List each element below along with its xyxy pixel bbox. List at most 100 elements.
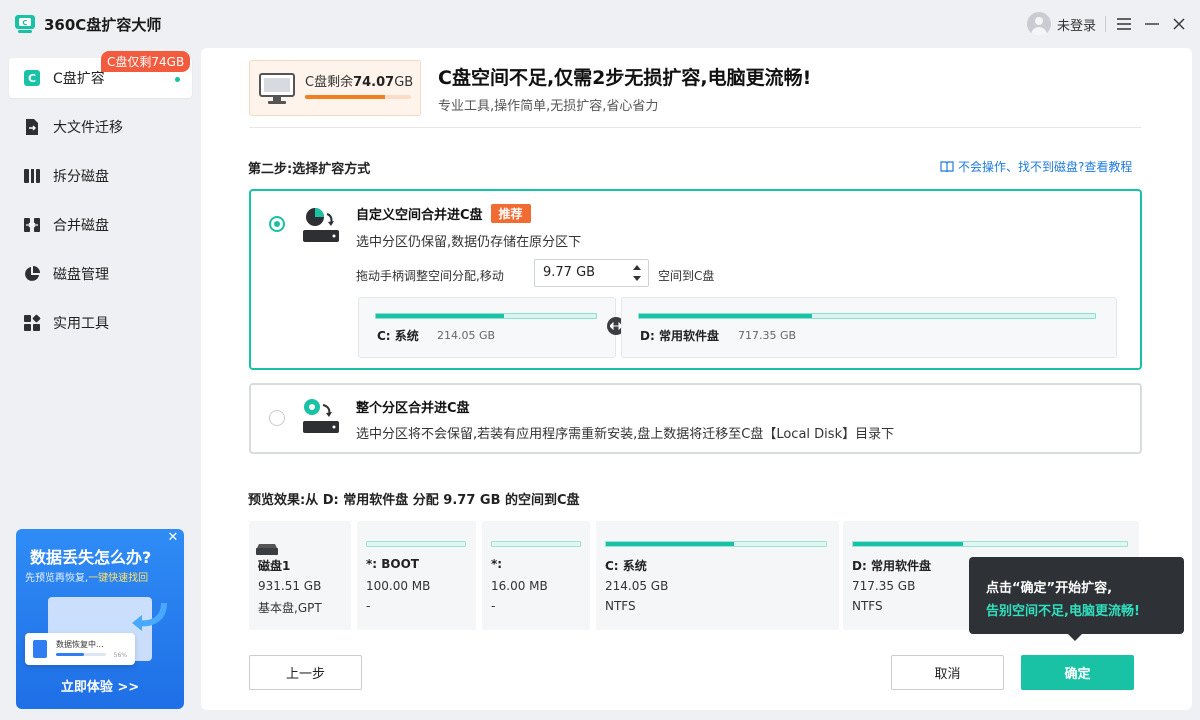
promo-subtitle: 先预览再恢复,一键快速找回 [25,573,149,584]
preview-partition-boot: *: BOOT 100.00 MB - [357,521,476,630]
back-button[interactable]: 上一步 [249,655,362,690]
preview-disk-size: 931.51 GB [258,579,322,593]
recovery-status-card: 数据恢复中... 56% [25,633,135,665]
preview-c-fs: NTFS [605,599,636,613]
avatar [1027,12,1051,36]
partition-d-size: 717.35 GB [738,329,797,342]
sidebar-item-label: 实用工具 [53,316,109,332]
c-free-label: C盘剩余74.07GB [305,75,414,90]
restore-arrow-icon [132,602,167,631]
sidebar-item-tools[interactable]: 实用工具 [9,303,192,343]
preview-boot-size: 100.00 MB [366,579,431,593]
c-usage-fill [305,95,385,99]
title-bar: C 360C盘扩容大师 未登录 [0,0,1200,48]
preview-msr-fs: - [491,599,496,613]
c-drive-icon: C [23,69,41,87]
preview-disk-card: 磁盘1 931.51 GB 基本盘,GPT [249,521,351,630]
option-full-merge[interactable]: 整个分区合并进C盘 选中分区将不会保留,若装有应用程序需重新安装,盘上数据将迁移… [249,383,1142,454]
confirm-tooltip: 点击“确定”开始扩容, 告别空间不足,电脑更流畅! [969,557,1184,641]
preview-msr-name: *: [491,557,503,571]
partition-d-fill [639,314,813,318]
option-full-merge-radio[interactable] [269,410,285,426]
partition-d-name: D: 常用软件盘 [640,329,719,343]
preview-d-fs: NTFS [852,599,883,613]
active-dot [175,77,180,82]
step-title: 第二步:选择扩容方式 [248,162,371,177]
sidebar-item-split-disk[interactable]: 拆分磁盘 [9,156,192,196]
divider [249,127,1141,128]
preview-msr-size: 16.00 MB [491,579,548,593]
tooltip-line-2: 告别空间不足,电脑更流畅! [986,604,1140,619]
disk-merge-icon [303,208,339,242]
recommended-tag: 推荐 [490,204,531,223]
page-subheadline: 专业工具,操作简单,无损扩容,省心省力 [438,99,659,114]
preview-c-name: C: 系统 [605,559,647,573]
preview-d-size: 717.35 GB [852,579,916,593]
preview-disk-name: 磁盘1 [258,559,291,573]
space-amount-value: 9.77 GB [543,265,596,280]
c-space-badge: C盘仅剩74GB [101,51,191,72]
stepper-arrows-icon[interactable] [632,263,642,283]
merge-disk-icon [23,216,41,234]
recovery-text: 数据恢复中... [56,640,104,649]
partition-c-name: C: 系统 [377,329,419,343]
promo-card[interactable]: ✕ 数据丢失怎么办? 先预览再恢复,一键快速找回 数据恢复中... 56% 立即… [16,529,184,709]
preview-d-fill [853,542,963,546]
sidebar-item-label: 拆分磁盘 [53,169,109,185]
disk-full-merge-icon [303,399,339,433]
sidebar-item-label: 大文件迁移 [53,120,123,136]
preview-partition-c: C: 系统 214.05 GB NTFS [596,521,839,630]
space-amount-stepper[interactable]: 9.77 GB [534,259,649,287]
preview-title: 预览效果:从 D: 常用软件盘 分配 9.77 GB 的空间到C盘 [248,493,580,508]
preview-boot-fs: - [366,599,371,613]
partition-c-size: 214.05 GB [437,329,496,342]
preview-d-bar [852,541,1128,547]
book-icon [940,160,954,172]
preview-msr-bar [491,541,581,547]
c-usage-bar [305,95,411,99]
sidebar-item-label: 合并磁盘 [53,218,109,234]
document-icon [33,640,47,658]
menu-icon[interactable] [1114,14,1134,34]
preview-partition-msr: *: 16.00 MB - [482,521,590,630]
option-custom-merge-radio[interactable] [269,216,285,232]
recovery-progress-fill [56,653,84,656]
partition-d-bar [638,313,1096,319]
app-title: 360C盘扩容大师 [44,16,162,34]
promo-close-icon[interactable]: ✕ [166,531,180,545]
confirm-button[interactable]: 确定 [1021,655,1134,690]
c-drive-status-card: C盘剩余74.07GB [249,60,421,116]
cancel-button[interactable]: 取消 [891,655,1004,690]
svg-text:C: C [22,19,27,27]
user-label: 未登录 [1057,18,1097,34]
help-tutorial-link[interactable]: 不会操作、找不到磁盘?查看教程 [940,158,1132,175]
preview-disk-type: 基本盘,GPT [258,601,322,615]
monitor-icon [259,73,295,104]
recovery-progress [56,653,106,656]
close-icon[interactable] [1169,14,1189,34]
grid-tools-icon [23,314,41,332]
file-move-icon [23,118,41,136]
split-disk-icon [23,167,41,185]
svg-text:C: C [28,72,36,85]
divider [1105,16,1106,32]
partition-d-box: D: 常用软件盘 717.35 GB [621,297,1117,358]
sidebar-item-disk-manage[interactable]: 磁盘管理 [9,254,192,294]
preview-c-fill [606,542,734,546]
minimize-icon[interactable] [1142,14,1162,34]
preview-boot-name: *: BOOT [366,557,419,571]
login-button[interactable]: 未登录 [1027,12,1096,36]
promo-cta-button[interactable]: 立即体验 >> [16,676,184,695]
app-logo-icon: C [15,15,35,33]
sidebar-item-merge-disk[interactable]: 合并磁盘 [9,205,192,245]
option-full-merge-title: 整个分区合并进C盘 [356,401,470,416]
preview-boot-bar [366,541,466,547]
sidebar-item-file-move[interactable]: 大文件迁移 [9,107,192,147]
option-custom-merge-desc: 选中分区仍保留,数据仍存储在原分区下 [356,235,582,250]
hard-disk-icon [256,544,278,555]
adjust-label: 拖动手柄调整空间分配,移动 [356,269,504,283]
option-custom-merge[interactable]: 自定义空间合并进C盘 推荐 选中分区仍保留,数据仍存储在原分区下 拖动手柄调整空间… [249,189,1142,370]
tooltip-line-1: 点击“确定”开始扩容, [986,581,1113,596]
sidebar-item-label: 磁盘管理 [53,267,109,283]
preview-d-name: D: 常用软件盘 [852,559,931,573]
